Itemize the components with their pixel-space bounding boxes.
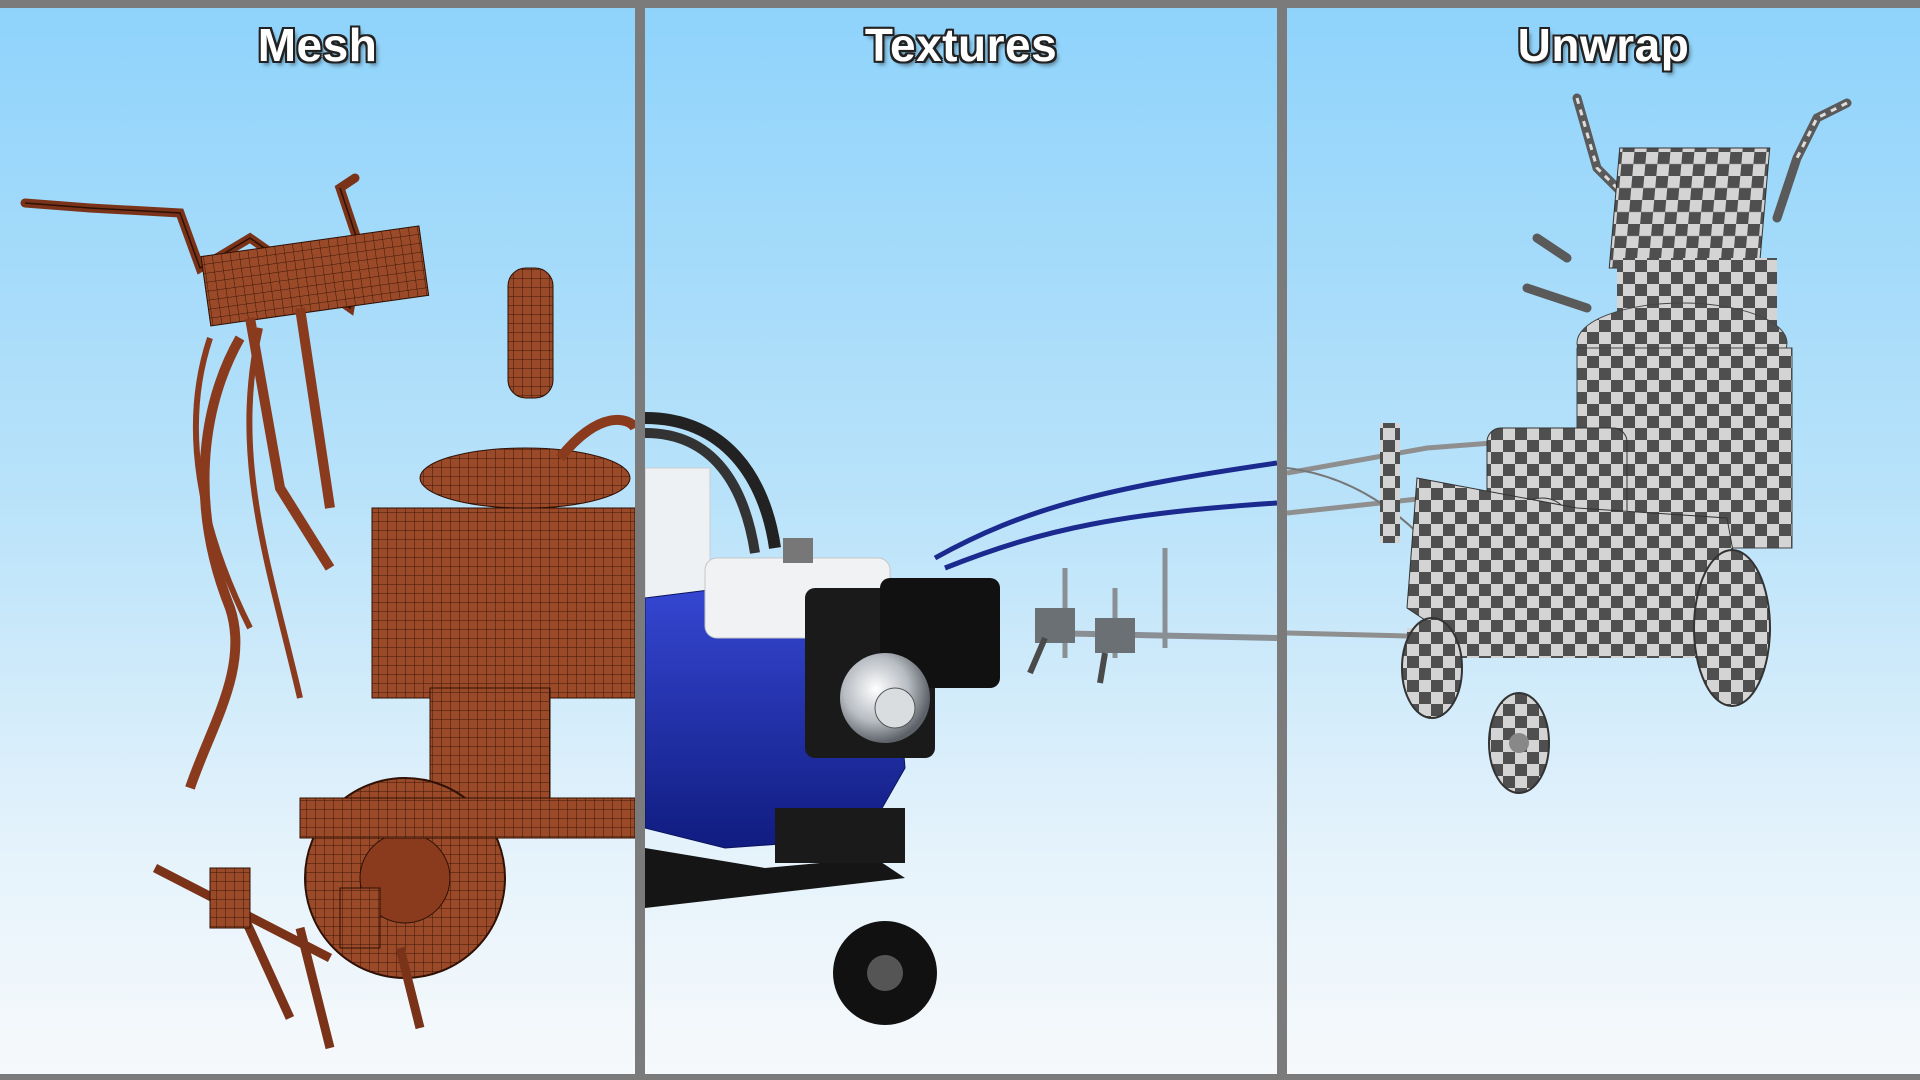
textures-panel: Textures xyxy=(645,8,1277,1074)
panel-title: Unwrap xyxy=(1517,19,1690,71)
textured-line-striper-render xyxy=(645,412,1277,1025)
uv-checker-line-striper-render xyxy=(1287,93,1852,794)
panel-title: Mesh xyxy=(257,19,378,71)
mesh-panel: Mesh xyxy=(0,8,635,1074)
image-frame: Mesh Textures Unwrap xyxy=(0,0,1920,1080)
unwrap-panel: Unwrap xyxy=(1287,8,1920,1074)
panel-title: Textures xyxy=(864,19,1058,71)
wireframe-line-striper-render xyxy=(20,173,635,1050)
